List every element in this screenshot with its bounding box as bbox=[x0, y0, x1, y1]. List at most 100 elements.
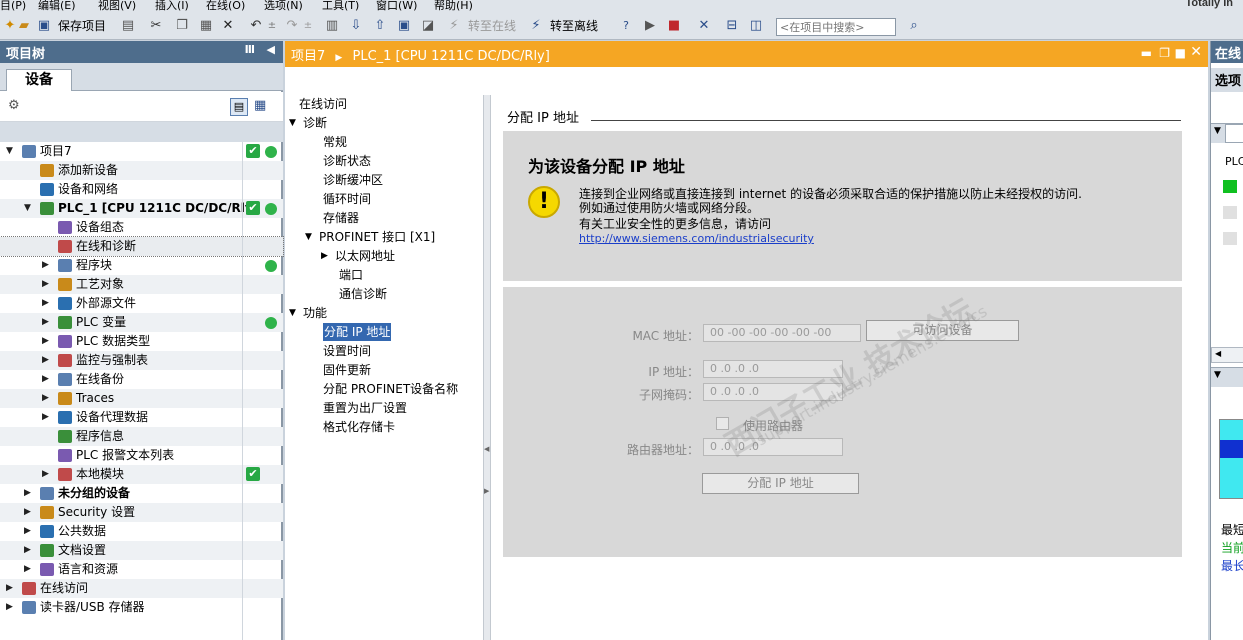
tree-item[interactable]: 设备和网络 bbox=[0, 180, 283, 199]
scroll-left-icon[interactable]: ◀ bbox=[1215, 349, 1221, 358]
compile-icon[interactable]: ▥ bbox=[324, 18, 340, 34]
collapse-panel-icon[interactable]: ◀ bbox=[267, 43, 275, 56]
undo-icon[interactable]: ↶ bbox=[248, 18, 264, 34]
splitter-expand-icon[interactable]: ▶ bbox=[484, 487, 489, 495]
tree-item[interactable]: ▶ 设备代理数据 bbox=[0, 408, 283, 427]
nav-item[interactable]: 常规 bbox=[323, 133, 347, 151]
project-search-input[interactable] bbox=[776, 18, 896, 36]
collapse-arrow-icon[interactable]: ▶ bbox=[42, 332, 49, 351]
redo-icon[interactable]: ↷ bbox=[284, 18, 300, 34]
nav-item[interactable]: 诊断缓冲区 bbox=[323, 171, 383, 189]
nav-expand-icon[interactable]: ▼ bbox=[289, 114, 296, 132]
subnet-mask-field[interactable]: 0 .0 .0 .0 bbox=[703, 383, 843, 401]
nav-item[interactable]: 诊断状态 bbox=[323, 152, 371, 170]
breadcrumb-project[interactable]: 项目7 bbox=[291, 49, 325, 64]
tree-item[interactable]: ▶ PLC 数据类型 bbox=[0, 332, 283, 351]
nav-item[interactable]: 通信诊断 bbox=[339, 285, 387, 303]
tree-item[interactable]: PLC 报警文本列表 bbox=[0, 446, 283, 465]
maximize-icon[interactable]: ■ bbox=[1175, 46, 1186, 60]
tree-item[interactable]: ▶ PLC 变量 bbox=[0, 313, 283, 332]
cut-icon[interactable]: ✂ bbox=[148, 18, 164, 34]
menu-item-1[interactable]: 编辑(E) bbox=[38, 0, 76, 12]
nav-item[interactable]: 分配 PROFINET设备名称 bbox=[323, 380, 458, 398]
collapse-arrow-icon[interactable]: ▶ bbox=[42, 256, 49, 275]
nav-item[interactable]: 以太网地址 bbox=[335, 247, 395, 265]
restore-icon[interactable]: ❐ bbox=[1159, 46, 1170, 60]
tree-item[interactable]: ▶ 监控与强制表 bbox=[0, 351, 283, 370]
collapse-arrow-icon[interactable]: ▶ bbox=[24, 541, 31, 560]
menu-item-8[interactable]: 帮助(H) bbox=[434, 0, 473, 12]
go-offline-button[interactable]: 转至离线 bbox=[550, 17, 598, 34]
nav-item[interactable]: 重置为出厂设置 bbox=[323, 399, 407, 417]
tree-item[interactable]: ▼ 项目7 ✔ bbox=[0, 142, 283, 161]
undo-dropdown-icon[interactable]: ± bbox=[264, 18, 280, 34]
nav-item[interactable]: PROFINET 接口 [X1] bbox=[319, 228, 435, 246]
horizontal-scrollbar[interactable]: ◀ bbox=[1211, 347, 1243, 363]
collapse-arrow-icon[interactable]: ▶ bbox=[42, 313, 49, 332]
cross-reference-icon[interactable]: ✕ bbox=[696, 18, 712, 34]
collapse-arrow-icon[interactable]: ▶ bbox=[24, 503, 31, 522]
tree-item[interactable]: ▶ 读卡器/USB 存储器 bbox=[0, 598, 283, 617]
nav-collapse-icon[interactable]: ▶ bbox=[321, 247, 328, 265]
tree-item[interactable]: ▶ 在线备份 bbox=[0, 370, 283, 389]
menu-item-2[interactable]: 视图(V) bbox=[98, 0, 136, 12]
menu-item-4[interactable]: 在线(O) bbox=[206, 0, 245, 12]
security-link[interactable]: http://www.siemens.com/industrialsecurit… bbox=[579, 232, 814, 245]
use-router-checkbox[interactable] bbox=[716, 417, 729, 430]
accessible-devices-icon[interactable]: ? bbox=[618, 18, 634, 34]
tree-item[interactable]: 设备组态 bbox=[0, 218, 283, 237]
copy-icon[interactable]: ❐ bbox=[174, 18, 190, 34]
nav-item[interactable]: 循环时间 bbox=[323, 190, 371, 208]
redo-dropdown-icon[interactable]: ± bbox=[300, 18, 316, 34]
splitter-collapse-icon[interactable]: ◀ bbox=[484, 445, 489, 453]
close-icon[interactable]: ✕ bbox=[1190, 44, 1202, 60]
collapse-arrow-icon[interactable]: ▶ bbox=[24, 560, 31, 579]
start-simulation-icon[interactable]: ◪ bbox=[420, 18, 436, 34]
collapse-arrow-icon[interactable]: ▶ bbox=[42, 389, 49, 408]
save-project-button[interactable]: 保存项目 bbox=[58, 17, 106, 34]
tree-item[interactable]: ▶ 本地模块 ✔ bbox=[0, 465, 283, 484]
minimize-icon[interactable]: ▬ bbox=[1141, 46, 1152, 60]
collapse-arrow-icon[interactable]: ▶ bbox=[24, 484, 31, 503]
menu-item-3[interactable]: 插入(I) bbox=[155, 0, 189, 12]
go-online-button[interactable]: 转至在线 bbox=[468, 17, 516, 34]
nav-item[interactable]: 存储器 bbox=[323, 209, 359, 227]
nav-item[interactable]: 格式化存储卡 bbox=[323, 418, 395, 436]
go-offline-icon[interactable]: ⚡ bbox=[528, 18, 544, 34]
simulation-icon[interactable]: ▣ bbox=[396, 18, 412, 34]
tree-item[interactable]: 在线和诊断 bbox=[0, 236, 284, 257]
mac-address-field[interactable]: 00 -00 -00 -00 -00 -00 bbox=[703, 324, 861, 342]
tree-item[interactable]: ▼ PLC_1 [CPU 1211C DC/DC/Rly] ✔ bbox=[0, 199, 283, 218]
tree-item[interactable]: ▶ Security 设置 bbox=[0, 503, 283, 522]
go-online-icon[interactable]: ⚡ bbox=[446, 18, 462, 34]
split-vertical-icon[interactable]: ◫ bbox=[748, 18, 764, 34]
collapse-arrow-icon[interactable]: ▶ bbox=[6, 579, 13, 598]
tree-item[interactable]: ▶ 未分组的设备 bbox=[0, 484, 283, 503]
save-icon[interactable]: ▣ bbox=[36, 18, 52, 34]
ip-address-field[interactable]: 0 .0 .0 .0 bbox=[703, 360, 843, 378]
nav-item[interactable]: 端口 bbox=[339, 266, 363, 284]
tree-item[interactable]: ▶ 语言和资源 bbox=[0, 560, 283, 579]
panel-options-icon[interactable]: Ⅲ bbox=[245, 43, 255, 56]
tree-settings-icon[interactable]: ⚙ bbox=[8, 98, 20, 113]
expand-arrow-icon[interactable]: ▼ bbox=[24, 199, 31, 218]
tree-item[interactable]: ▶ Traces bbox=[0, 389, 283, 408]
stop-cpu-icon[interactable]: ■ bbox=[666, 18, 682, 34]
tree-item[interactable]: ▶ 外部源文件 bbox=[0, 294, 283, 313]
tab-devices[interactable]: 设备 bbox=[6, 69, 72, 91]
upload-icon[interactable]: ⇧ bbox=[372, 18, 388, 34]
tree-item[interactable]: ▶ 公共数据 bbox=[0, 522, 283, 541]
collapse-arrow-icon[interactable]: ▶ bbox=[42, 408, 49, 427]
tree-item[interactable]: ▶ 在线访问 bbox=[0, 579, 283, 598]
nav-expand-icon[interactable]: ▼ bbox=[305, 228, 312, 246]
collapse-arrow-icon[interactable]: ▶ bbox=[42, 465, 49, 484]
nav-splitter[interactable]: ◀ ▶ bbox=[483, 95, 491, 640]
accessible-devices-button[interactable]: 可访问设备 bbox=[866, 320, 1019, 341]
tree-item[interactable]: ▶ 文档设置 bbox=[0, 541, 283, 560]
menu-item-7[interactable]: 窗口(W) bbox=[376, 0, 417, 12]
tree-view-icon[interactable]: ▦ bbox=[254, 98, 266, 113]
collapse-arrow-icon[interactable]: ▶ bbox=[42, 370, 49, 389]
download-icon[interactable]: ⇩ bbox=[348, 18, 364, 34]
menu-item-0[interactable]: 目(P) bbox=[0, 0, 26, 12]
open-project-icon[interactable]: ▰ bbox=[16, 18, 32, 34]
